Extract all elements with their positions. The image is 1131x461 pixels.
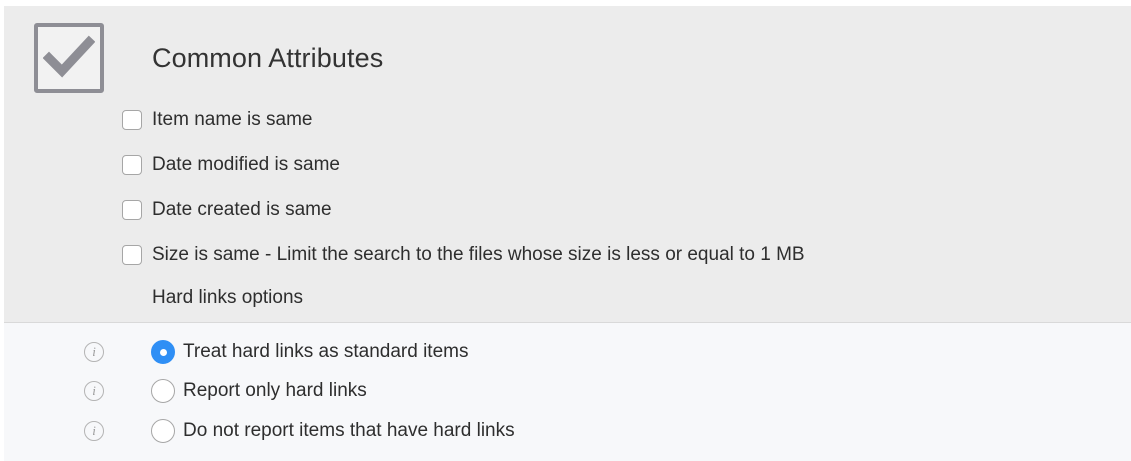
option-date-modified[interactable]: Date modified is same	[122, 152, 340, 178]
section-title: Common Attributes	[152, 43, 384, 73]
option-item-name[interactable]: Item name is same	[122, 107, 313, 133]
radio-button-do-not-report[interactable]	[151, 419, 175, 443]
radio-label: Report only hard links	[183, 380, 367, 401]
date-created-checkbox[interactable]	[122, 200, 142, 220]
radio-button-report-only[interactable]	[151, 379, 175, 403]
size-same-checkbox[interactable]	[122, 245, 142, 265]
radio-option-do-not-report[interactable]: i Do not report items that have hard lin…	[84, 417, 515, 445]
options-panel: Common Attributes Item name is same Date…	[4, 6, 1131, 461]
option-date-created[interactable]: Date created is same	[122, 197, 332, 223]
info-icon[interactable]: i	[84, 342, 104, 362]
hard-links-header: Hard links options	[152, 287, 304, 308]
radio-label: Do not report items that have hard links	[183, 420, 515, 441]
option-label: Item name is same	[152, 109, 313, 130]
option-label: Date modified is same	[152, 154, 340, 175]
common-attributes-section: Common Attributes Item name is same Date…	[4, 6, 1131, 323]
item-name-checkbox[interactable]	[122, 110, 142, 130]
info-icon[interactable]: i	[84, 381, 104, 401]
date-modified-checkbox[interactable]	[122, 155, 142, 175]
option-label: Date created is same	[152, 199, 332, 220]
radio-option-standard[interactable]: i Treat hard links as standard items	[84, 338, 468, 366]
checkmark-icon	[43, 35, 95, 78]
info-icon[interactable]: i	[84, 421, 104, 441]
radio-button-standard[interactable]	[151, 340, 175, 364]
option-label: Size is same - Limit the search to the f…	[152, 244, 805, 265]
option-size-same[interactable]: Size is same - Limit the search to the f…	[122, 242, 805, 268]
radio-option-report-only[interactable]: i Report only hard links	[84, 377, 367, 405]
common-attributes-checkbox[interactable]	[34, 23, 104, 93]
radio-label: Treat hard links as standard items	[183, 341, 469, 362]
